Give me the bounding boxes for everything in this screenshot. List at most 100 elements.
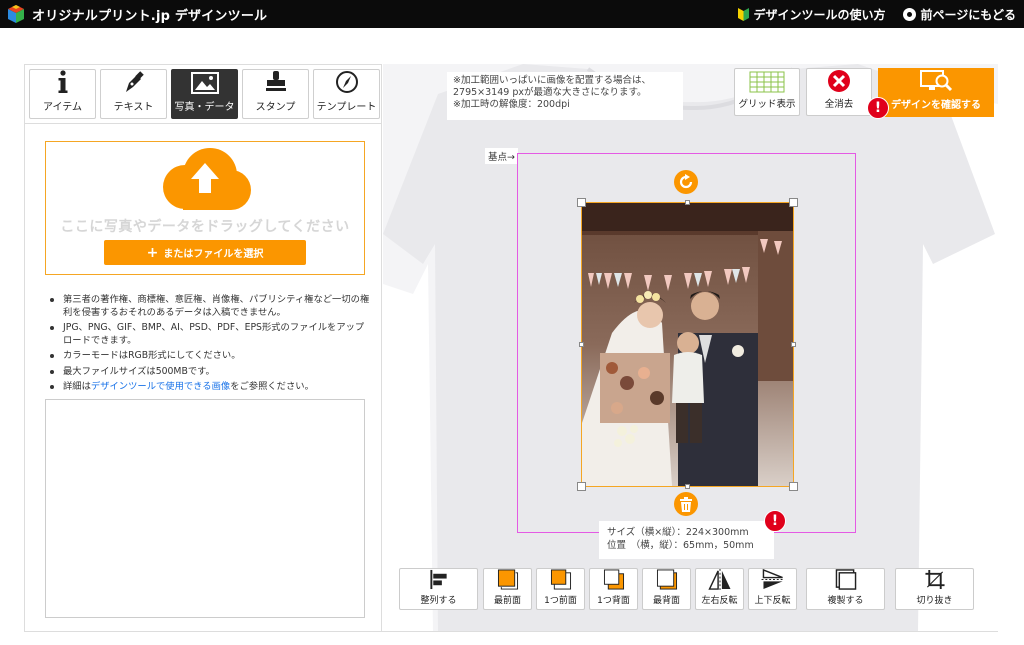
- photo-panel: ここに写真やデータをドラッグしてください + またはファイルを選択 第三者の著作…: [25, 123, 381, 631]
- rotate-icon: [679, 174, 693, 189]
- upload-notes: 第三者の著作権、商標権、意匠権、肖像権、パブリシティ権など一切の権利を侵害するお…: [45, 294, 370, 397]
- duplicate-label: 複製する: [827, 596, 864, 606]
- duplicate-icon: [835, 569, 856, 590]
- drop-text: ここに写真やデータをドラッグしてください: [60, 219, 350, 235]
- grid-label: グリッド表示: [738, 99, 796, 110]
- resize-handle-ne[interactable]: [789, 198, 798, 207]
- rotate-button[interactable]: [674, 170, 698, 194]
- flip-vertical-icon: [761, 569, 784, 590]
- resize-handle-se[interactable]: [789, 482, 798, 491]
- compass-icon: [335, 71, 358, 93]
- logo-text: オリジナルプリント.jp デザインツール: [32, 8, 268, 24]
- divider: [24, 631, 998, 632]
- tab-label: アイテム: [43, 102, 82, 113]
- crop-button[interactable]: 切り抜き: [895, 568, 974, 610]
- bring-forward-icon: [550, 569, 571, 590]
- image-icon: [190, 72, 219, 94]
- send-to-back-icon: [656, 569, 677, 590]
- resize-handle-n[interactable]: [685, 200, 690, 205]
- note-item: JPG、PNG、GIF、BMP、AI、PSD、PDF、EPS形式のファイルをアッ…: [45, 322, 370, 347]
- confirm-alert-icon: !: [867, 97, 889, 119]
- drop-zone[interactable]: ここに写真やデータをドラッグしてください + またはファイルを選択: [45, 141, 365, 275]
- pen-icon: [125, 71, 144, 92]
- select-file-button[interactable]: + またはファイルを選択: [104, 240, 306, 265]
- note-item: 最大ファイルサイズは500MBです。: [45, 366, 370, 379]
- tab-label: 写真・データ: [174, 102, 235, 113]
- clear-label: 全消去: [824, 99, 854, 110]
- align-icon: [429, 569, 447, 590]
- send-to-back-button[interactable]: 最背面: [642, 568, 691, 610]
- note-line: ※加工範囲いっぱいに画像を配置する場合は、: [453, 75, 651, 86]
- help-link-label: デザインツールの使い方: [753, 7, 886, 22]
- tab-item[interactable]: アイテム: [29, 69, 96, 119]
- app-header: オリジナルプリント.jp デザインツール デザインツールの使い方 前ページにもど…: [0, 0, 1024, 28]
- print-note: ※加工範囲いっぱいに画像を配置する場合は、 2795×3149 pxが最適な大き…: [447, 72, 683, 120]
- design-canvas[interactable]: ※加工範囲いっぱいに画像を配置する場合は、 2795×3149 pxが最適な大き…: [383, 64, 998, 632]
- grid-toggle-button[interactable]: グリッド表示: [734, 68, 800, 116]
- flip-horizontal-icon: [707, 569, 730, 590]
- grid-icon: [749, 71, 785, 93]
- flip-vertical-button[interactable]: 上下反転: [748, 568, 797, 610]
- bring-to-front-button[interactable]: 最前面: [483, 568, 532, 610]
- back-label: 最背面: [652, 596, 680, 606]
- send-backward-icon: [603, 569, 624, 590]
- tab-photo-data[interactable]: 写真・データ: [171, 69, 238, 119]
- forward-label: 1つ前面: [544, 596, 577, 606]
- resize-handle-e[interactable]: [791, 342, 796, 347]
- back-link[interactable]: 前ページにもどる: [903, 6, 1016, 23]
- help-link[interactable]: デザインツールの使い方: [738, 6, 885, 23]
- backward-label: 1つ背面: [597, 596, 630, 606]
- tab-template[interactable]: テンプレート: [313, 69, 380, 119]
- crop-label: 切り抜き: [916, 596, 953, 606]
- select-file-label: またはファイルを選択: [163, 249, 264, 260]
- tab-label: スタンプ: [255, 102, 296, 113]
- align-label: 整列する: [420, 596, 457, 606]
- wedding-photo-image: [582, 203, 793, 486]
- preview-icon: [920, 70, 953, 92]
- tab-label: テンプレート: [316, 102, 377, 113]
- logo[interactable]: オリジナルプリント.jp デザインツール: [6, 4, 267, 24]
- size-alert-icon: !: [764, 510, 786, 532]
- origin-label: 基点→: [485, 148, 518, 164]
- trash-icon: [680, 496, 692, 512]
- note-line: ※加工時の解像度：200dpi: [453, 99, 570, 110]
- resize-handle-nw[interactable]: [577, 198, 586, 207]
- logo-cube-icon: [8, 5, 24, 23]
- note-item: カラーモードはRGB形式にしてください。: [45, 350, 370, 363]
- tab-text[interactable]: テキスト: [100, 69, 167, 119]
- tab-label: テキスト: [113, 102, 154, 113]
- note-line: 2795×3149 pxが最適な大きさになります。: [453, 87, 647, 98]
- stamp-icon: [265, 71, 286, 91]
- confirm-design-button[interactable]: デザインを確認する: [878, 68, 994, 117]
- size-position-info: サイズ（横×縦）：224×300mm 位置 （横，縦）：65mm，50mm: [599, 521, 774, 559]
- cloud-upload-icon: [163, 148, 251, 210]
- bring-forward-button[interactable]: 1つ前面: [536, 568, 585, 610]
- note-item: 第三者の著作権、商標権、意匠権、肖像権、パブリシティ権など一切の権利を侵害するお…: [45, 294, 370, 319]
- align-button[interactable]: 整列する: [399, 568, 478, 610]
- confirm-label: デザインを確認する: [891, 100, 981, 111]
- back-link-label: 前ページにもどる: [920, 7, 1016, 22]
- size-line: サイズ（横×縦）：224×300mm: [607, 527, 749, 538]
- flip-v-label: 上下反転: [754, 596, 791, 606]
- beginner-mark-icon: [738, 7, 750, 21]
- resize-handle-w[interactable]: [579, 342, 584, 347]
- tab-stamp[interactable]: スタンプ: [242, 69, 309, 119]
- left-panel: アイテム テキスト 写真・データ スタンプ テンプレート ここに写真やデータをド…: [24, 64, 382, 632]
- info-icon: [58, 70, 67, 93]
- note-item: 詳細はデザインツールで使用できる画像をご参照ください。: [45, 381, 370, 394]
- send-backward-button[interactable]: 1つ背面: [589, 568, 638, 610]
- delete-button[interactable]: [674, 492, 698, 516]
- note-prefix: 詳細は: [63, 381, 91, 392]
- tool-tabs: アイテム テキスト 写真・データ スタンプ テンプレート: [29, 69, 383, 119]
- usable-images-link[interactable]: デザインツールで使用できる画像: [91, 381, 230, 392]
- photo-object[interactable]: [577, 198, 798, 491]
- uploaded-images-list[interactable]: [45, 399, 365, 618]
- resize-handle-s[interactable]: [685, 484, 690, 489]
- duplicate-button[interactable]: 複製する: [806, 568, 885, 610]
- note-suffix: をご参照ください。: [230, 381, 314, 392]
- position-line: 位置 （横，縦）：65mm，50mm: [607, 540, 754, 551]
- flip-horizontal-button[interactable]: 左右反転: [695, 568, 744, 610]
- resize-handle-sw[interactable]: [577, 482, 586, 491]
- clear-all-button[interactable]: 全消去: [806, 68, 872, 116]
- plus-icon: +: [146, 244, 159, 261]
